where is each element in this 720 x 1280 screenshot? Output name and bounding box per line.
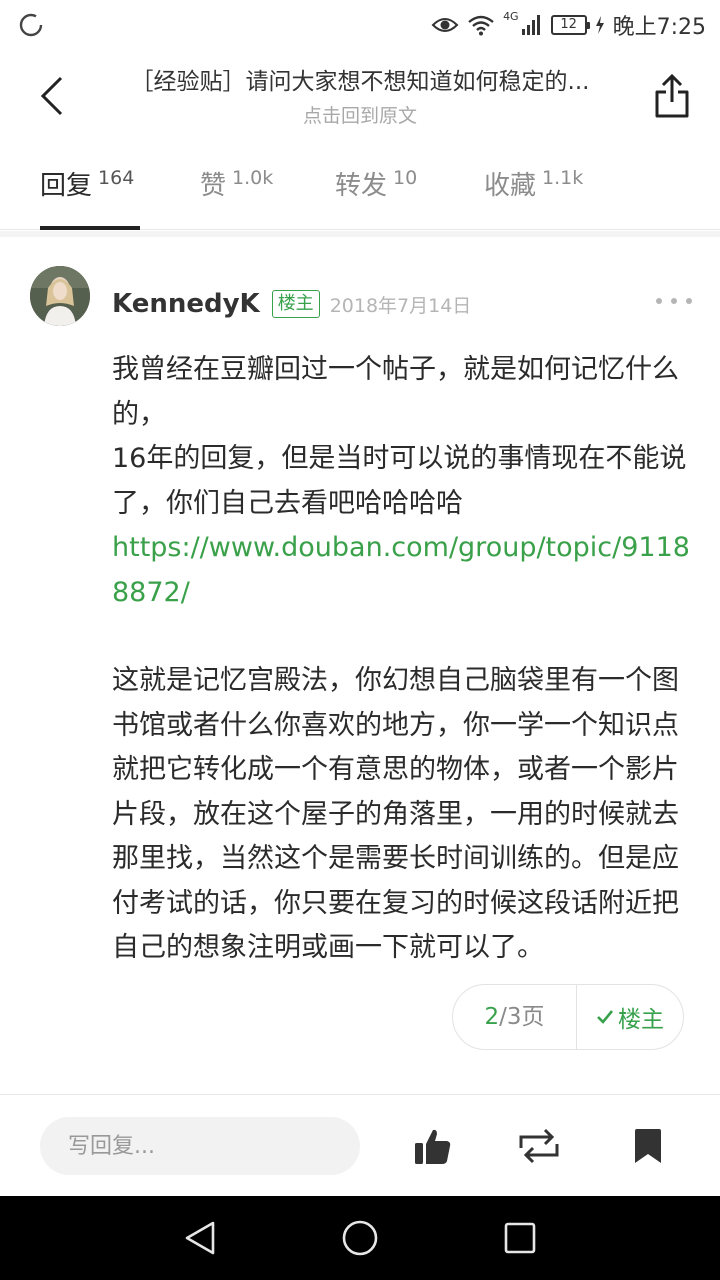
status-bar: 4G 12 晚上7:25	[0, 0, 720, 52]
avatar[interactable]	[30, 266, 90, 326]
tab-reposts[interactable]: 转发 10	[335, 166, 417, 230]
chevron-left-icon	[40, 76, 63, 116]
tab-likes[interactable]: 赞 1.0k	[200, 166, 273, 230]
title-block[interactable]: ［经验贴］请问大家想不想知道如何稳定的... 点击回到原文	[100, 66, 620, 130]
tab-count: 1.0k	[232, 167, 274, 189]
triangle-back-icon	[185, 1221, 215, 1255]
status-time: 晚上7:25	[612, 15, 706, 40]
more-dot	[656, 298, 662, 304]
loading-circle-icon	[19, 13, 43, 37]
bottom-action-bar	[0, 1094, 720, 1196]
tab-bar: 回复 164 赞 1.0k 转发 10 收藏 1.1k	[0, 150, 720, 230]
back-button[interactable]	[30, 72, 74, 120]
tab-count: 164	[98, 167, 135, 189]
page-indicator-button[interactable]: 2/3页	[453, 984, 577, 1050]
post-link[interactable]: https://www.douban.com/group/topic/91188…	[112, 526, 692, 615]
share-icon	[655, 74, 689, 118]
bookmark-button[interactable]	[623, 1121, 673, 1171]
nav-recents-button[interactable]	[498, 1216, 542, 1260]
thumbs-up-icon	[415, 1129, 451, 1164]
more-options-button[interactable]	[656, 290, 692, 312]
tab-label: 回复	[40, 171, 93, 201]
like-button[interactable]	[408, 1121, 458, 1171]
signal-icon	[521, 15, 540, 35]
author-row: KennedyK 楼主 2018年7月14日	[112, 284, 471, 324]
nav-home-button[interactable]	[338, 1216, 382, 1260]
repost-button[interactable]	[514, 1121, 564, 1171]
post-date: 2018年7月14日	[329, 294, 472, 317]
bookmark-icon	[635, 1129, 661, 1163]
more-dot	[686, 298, 692, 304]
repost-icon	[519, 1128, 559, 1164]
tab-favorites[interactable]: 收藏 1.1k	[484, 166, 583, 230]
only-op-button[interactable]: 楼主	[577, 1000, 683, 1034]
wifi-icon	[468, 15, 494, 36]
reply-input[interactable]	[40, 1117, 360, 1175]
page-title: ［经验贴］请问大家想不想知道如何稳定的...	[130, 69, 590, 95]
tab-replies[interactable]: 回复 164	[40, 166, 134, 230]
back-to-original-link[interactable]: 点击回到原文	[100, 102, 620, 130]
avatar-image	[30, 266, 90, 326]
post-paragraph: 16年的回复，但是当时可以说的事情现在不能说了，你们自己去看吧哈哈哈哈	[112, 443, 687, 519]
circle-home-icon	[342, 1220, 378, 1256]
system-nav-bar	[0, 1196, 720, 1280]
square-recents-icon	[504, 1222, 536, 1254]
total-pages: /3页	[499, 1004, 545, 1030]
page-navigator: 2/3页 楼主	[452, 984, 684, 1050]
tab-count: 10	[393, 167, 418, 189]
tab-label: 收藏	[484, 171, 537, 201]
post-content: 我曾经在豆瓣回过一个帖子，就是如何记忆什么的， 16年的回复，但是当时可以说的事…	[112, 348, 692, 971]
network-type: 4G	[503, 10, 519, 23]
author-name[interactable]: KennedyK	[112, 289, 260, 319]
op-badge: 楼主	[271, 290, 320, 318]
nav-back-button[interactable]	[178, 1216, 222, 1260]
tab-label: 赞	[200, 171, 227, 201]
post-paragraph: 这就是记忆宫殿法，你幻想自己脑袋里有一个图书馆或者什么你喜欢的地方，你一学一个知…	[112, 665, 679, 963]
battery-icon: 12	[550, 15, 590, 35]
eye-icon	[431, 18, 459, 32]
post-paragraph: 我曾经在豆瓣回过一个帖子，就是如何记忆什么的，	[112, 354, 679, 430]
more-dot	[671, 298, 677, 304]
active-tab-indicator	[40, 226, 140, 230]
only-op-label: 楼主	[618, 1007, 664, 1033]
share-button[interactable]	[650, 72, 694, 120]
current-page: 2	[484, 1004, 500, 1030]
top-header: ［经验贴］请问大家想不想知道如何稳定的... 点击回到原文	[0, 52, 720, 142]
tab-label: 转发	[335, 171, 388, 201]
divider	[0, 231, 720, 237]
tab-count: 1.1k	[542, 167, 584, 189]
check-icon	[597, 1010, 614, 1024]
charging-icon	[595, 16, 604, 34]
